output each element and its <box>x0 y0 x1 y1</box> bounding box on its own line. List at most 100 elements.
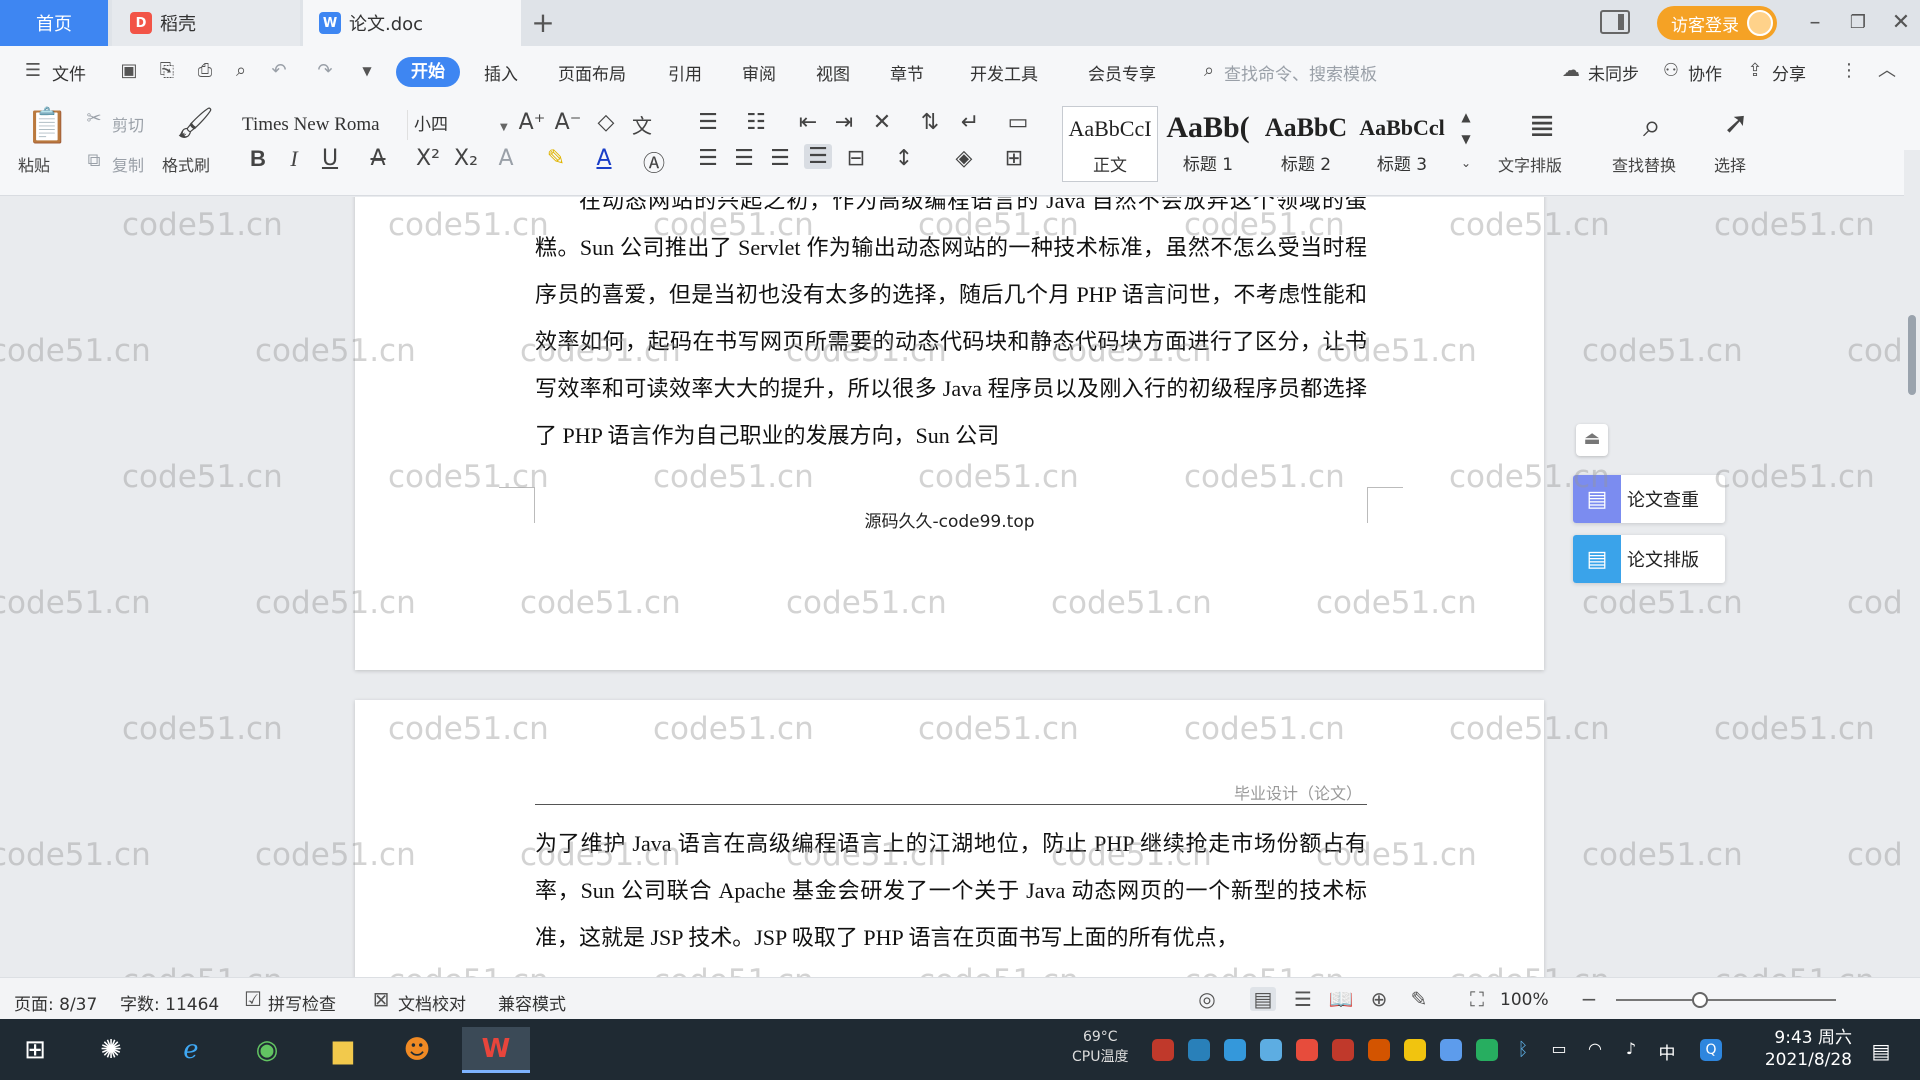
sync-status[interactable]: 未同步 <box>1588 60 1639 85</box>
body-paragraph[interactable]: 在动态网站的兴起之初，作为高级编程语言的 Java 自然不会放弃这个领域的蛋糕。… <box>535 197 1367 459</box>
sort-icon[interactable]: ⇅ <box>916 110 944 135</box>
bold-icon[interactable]: B <box>244 146 272 172</box>
notification-icon[interactable]: ▤ <box>1870 1039 1892 1063</box>
volume-icon[interactable]: ♪ <box>1620 1039 1642 1061</box>
app-launcher-icon[interactable]: ✺ <box>88 1027 134 1073</box>
proofread-button[interactable]: 文档校对 <box>398 990 466 1015</box>
eye-protect-icon[interactable]: ◎ <box>1194 987 1220 1011</box>
reading-view-icon[interactable]: 📖 <box>1328 987 1354 1011</box>
page-count[interactable]: 页面: 8/37 <box>14 990 97 1015</box>
tab-ruler-icon[interactable]: ▭ <box>1004 110 1032 135</box>
print-icon[interactable]: ⎙ <box>194 60 216 82</box>
increase-indent-icon[interactable]: ⇥ <box>830 110 858 135</box>
menu-start[interactable]: 开始 <box>396 57 460 87</box>
page-view-icon[interactable]: ▤ <box>1250 987 1276 1011</box>
menu-review[interactable]: 审阅 <box>742 60 776 85</box>
select-button[interactable]: 选择 <box>1714 152 1746 176</box>
shrink-font-icon[interactable]: A⁻ <box>554 110 582 135</box>
shading-icon[interactable]: ◈ <box>950 146 978 171</box>
text-layout-button[interactable]: 文字排版 <box>1498 152 1562 176</box>
share-button[interactable]: 分享 <box>1772 60 1806 85</box>
copy-button[interactable]: 复制 <box>112 152 144 176</box>
font-name-select[interactable]: Times New Roma <box>236 110 408 140</box>
fit-page-icon[interactable]: ⛶ <box>1464 987 1490 1011</box>
paste-button[interactable]: 粘贴 <box>18 152 50 176</box>
save-icon[interactable]: ▣ <box>118 60 140 82</box>
tray-app-icon[interactable] <box>1188 1039 1210 1061</box>
collapse-ribbon-icon[interactable]: ︿ <box>1876 60 1898 82</box>
undo-icon[interactable]: ↶ <box>268 60 290 82</box>
side-panel-collapse-icon[interactable]: ⏏ <box>1576 424 1608 456</box>
menu-file[interactable]: 文件 <box>52 60 86 85</box>
show-marks-icon[interactable]: ↵ <box>956 110 984 135</box>
underline-icon[interactable]: U <box>316 146 344 171</box>
browser-360-icon[interactable]: ◉ <box>244 1027 290 1073</box>
scrollbar-thumb[interactable] <box>1908 315 1916 395</box>
borders-icon[interactable]: ⊞ <box>1000 146 1028 171</box>
tray-app-icon[interactable] <box>1224 1039 1246 1061</box>
find-replace-button[interactable]: 查找替换 <box>1612 152 1676 176</box>
menu-chapter[interactable]: 章节 <box>890 60 924 85</box>
align-right-icon[interactable]: ☰ <box>766 146 794 171</box>
style-normal[interactable]: AaBbCcI 正文 <box>1062 106 1158 182</box>
text-effect-icon[interactable]: A <box>492 146 520 171</box>
document-page[interactable]: 毕业设计（论文） 为了维护 Java 语言在高级编程语言上的江湖地位，防止 PH… <box>355 700 1544 977</box>
media-app-icon[interactable]: ☻ <box>394 1027 440 1073</box>
restore-icon[interactable]: ❐ <box>1843 8 1873 38</box>
more-icon[interactable]: ⋮ <box>1838 60 1860 82</box>
justify-icon[interactable]: ☰ <box>804 144 832 169</box>
start-icon[interactable]: ⊞ <box>12 1027 58 1073</box>
qq-icon[interactable] <box>1368 1039 1390 1061</box>
tray-app-icon[interactable] <box>1440 1039 1462 1061</box>
visitor-login-button[interactable]: 访客登录 <box>1657 6 1777 40</box>
wifi-icon[interactable]: ◠ <box>1584 1039 1606 1061</box>
vertical-scrollbar[interactable] <box>1904 150 1920 977</box>
styles-more-icon[interactable]: ⌄ <box>1452 156 1480 170</box>
new-tab-button[interactable]: + <box>526 6 560 40</box>
menu-view[interactable]: 视图 <box>816 60 850 85</box>
minimize-icon[interactable]: – <box>1800 8 1830 38</box>
superscript-icon[interactable]: X² <box>414 146 442 171</box>
chinese-layout-icon[interactable]: ✕ <box>868 110 896 135</box>
thesis-format-button[interactable]: ▤ 论文排版 <box>1573 535 1725 583</box>
tab-home[interactable]: 首页 <box>0 0 108 46</box>
export-icon[interactable]: ⎘ <box>156 60 178 82</box>
qq-icon[interactable] <box>1296 1039 1318 1061</box>
zoom-slider-handle[interactable] <box>1691 992 1708 1008</box>
document-canvas[interactable]: 在动态网站的兴起之初，作为高级编程语言的 Java 自然不会放弃这个领域的蛋糕。… <box>0 197 1904 977</box>
zoom-level[interactable]: 100% <box>1500 990 1549 1010</box>
menu-developer-tools[interactable]: 开发工具 <box>970 60 1038 85</box>
thesis-check-button[interactable]: ▤ 论文查重 <box>1573 475 1725 523</box>
spell-check-button[interactable]: 拼写检查 <box>268 990 336 1015</box>
line-spacing-icon[interactable]: ↕ <box>890 146 918 171</box>
subscript-icon[interactable]: X₂ <box>452 146 480 171</box>
zoom-slider[interactable] <box>1616 992 1836 1008</box>
distribute-icon[interactable]: ⊟ <box>842 146 870 171</box>
tray-app-icon[interactable] <box>1404 1039 1426 1061</box>
char-border-icon[interactable]: Ⓐ <box>640 146 668 178</box>
zoom-out-icon[interactable]: − <box>1576 987 1602 1011</box>
hamburger-icon[interactable]: ☰ <box>22 60 44 82</box>
italic-icon[interactable]: I <box>280 146 308 172</box>
customize-quickbar-icon[interactable]: ▼ <box>356 60 378 82</box>
tab-document[interactable]: W 论文.doc <box>303 0 521 46</box>
align-center-icon[interactable]: ☰ <box>730 146 758 171</box>
search-app-icon[interactable]: Q <box>1700 1039 1722 1061</box>
tray-app-icon[interactable] <box>1152 1039 1174 1061</box>
qq-icon[interactable] <box>1332 1039 1354 1061</box>
body-paragraph[interactable]: 为了维护 Java 语言在高级编程语言上的江湖地位，防止 PHP 继续抢走市场份… <box>535 820 1367 961</box>
window-layout-icon[interactable] <box>1600 10 1630 34</box>
command-search-input[interactable]: 查找命令、搜索模板 <box>1224 60 1377 85</box>
cut-button[interactable]: 剪切 <box>112 112 144 136</box>
tab-docer[interactable]: D 稻壳 <box>112 0 300 46</box>
decrease-indent-icon[interactable]: ⇤ <box>794 110 822 135</box>
styles-scroll-down-icon[interactable]: ▼ <box>1452 132 1480 146</box>
clear-format-icon[interactable]: ◇ <box>592 110 620 135</box>
strikethrough-icon[interactable]: A <box>364 146 392 171</box>
wps-writer-icon[interactable]: W <box>462 1027 530 1073</box>
file-explorer-icon[interactable]: ▆ <box>320 1027 366 1073</box>
bullet-list-icon[interactable]: ☰ <box>694 110 722 135</box>
align-left-icon[interactable]: ☰ <box>694 146 722 171</box>
style-heading-2[interactable]: AaBbC 标题 2 <box>1258 106 1354 182</box>
font-color-icon[interactable]: A <box>590 146 618 171</box>
